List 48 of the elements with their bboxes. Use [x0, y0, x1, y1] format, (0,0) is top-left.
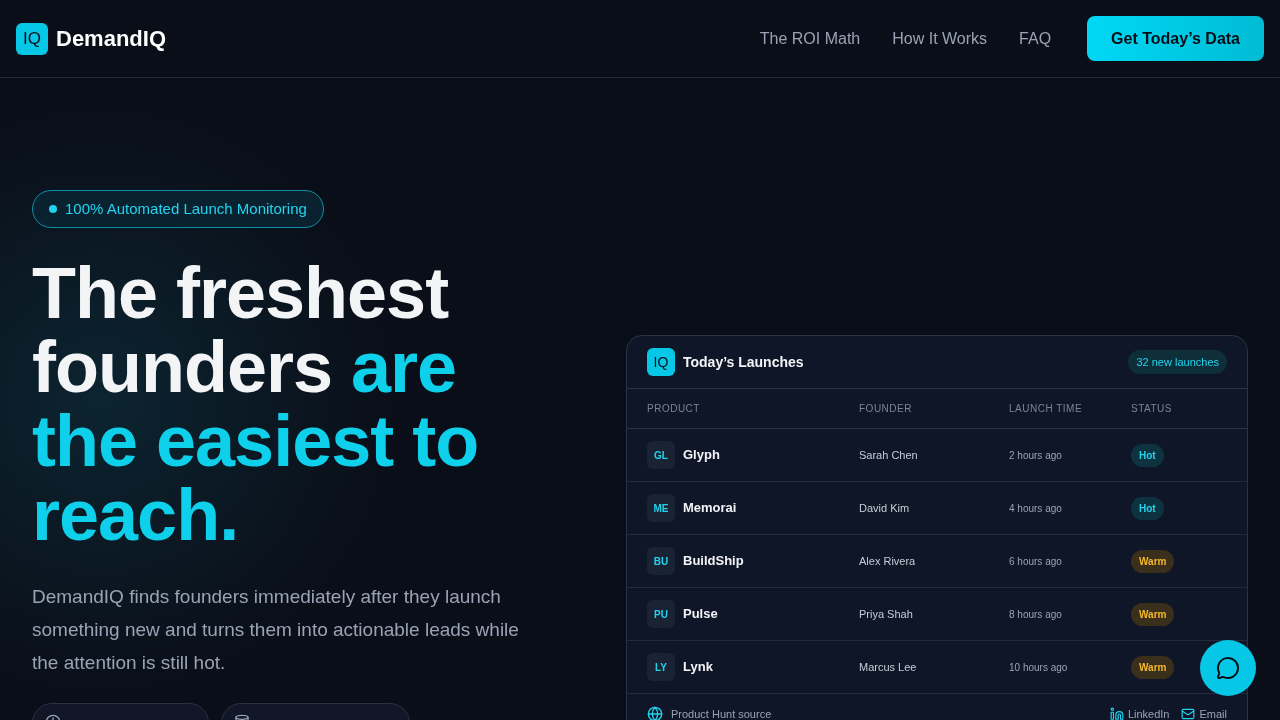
logo-mark: IQ — [16, 22, 48, 55]
founder-name: Sarah Chen — [859, 447, 919, 463]
chat-icon — [1216, 656, 1240, 680]
product-initials: BU — [647, 547, 675, 575]
column-header: LAUNCH TIME — [1009, 402, 1084, 416]
status-tag: Warm — [1131, 602, 1175, 626]
launch-time: 8 hours ago — [1009, 607, 1063, 622]
card-title: Today’s Launches — [683, 352, 804, 372]
cta-button[interactable]: Get Today’s Data — [1087, 16, 1264, 61]
card-logo-mark: IQ — [647, 348, 675, 376]
founder-name: David Kim — [859, 500, 911, 516]
nav-link[interactable]: How It Works — [892, 26, 988, 51]
contact-label: LinkedIn — [1127, 706, 1170, 720]
linkedin-icon — [1109, 707, 1124, 720]
launch-time: 6 hours ago — [1009, 554, 1063, 569]
nav-link[interactable]: The ROI Math — [759, 26, 861, 51]
email-icon — [1181, 707, 1196, 720]
product-name: Memorai — [683, 499, 737, 518]
source-label: Product Hunt source — [671, 706, 772, 720]
product-initials: GL — [647, 441, 675, 469]
column-header: STATUS — [1131, 402, 1173, 416]
hero-headline: The freshest founders are the easiest to reach. — [32, 256, 480, 552]
founder-name: Alex Rivera — [859, 553, 917, 569]
product-name: Pulse — [683, 605, 718, 624]
status-tag: Hot — [1131, 496, 1164, 520]
product-name: BuildShip — [683, 552, 744, 571]
product-initials: ME — [647, 494, 675, 522]
launch-time: 10 hours ago — [1009, 660, 1069, 675]
founder-name: Marcus Lee — [859, 659, 918, 675]
product-initials: LY — [647, 653, 675, 681]
status-tag: Warm — [1131, 549, 1175, 573]
contact-label: Email — [1199, 706, 1227, 720]
globe-icon — [647, 706, 663, 720]
nav-link[interactable]: FAQ — [1019, 26, 1052, 51]
launch-time: 2 hours ago — [1009, 448, 1063, 463]
product-initials: PU — [647, 600, 675, 628]
product-name: Glyph — [683, 446, 720, 465]
founder-name: Priya Shah — [859, 606, 914, 622]
launch-count: 32 new launches — [1128, 349, 1227, 375]
feature-badge: 100% Automated Launch Monitoring — [32, 190, 324, 228]
status-tag: Hot — [1131, 443, 1164, 467]
product-name: Lynk — [683, 658, 713, 677]
column-header: PRODUCT — [647, 402, 701, 416]
hero-description: DemandIQ finds founders immediately after they launch something new and turns them into actionable leads while the attention is still hot. — [32, 585, 520, 675]
launch-time: 4 hours ago — [1009, 501, 1063, 516]
status-tag: Warm — [1131, 655, 1175, 679]
brand-name: DemandIQ — [56, 25, 167, 53]
column-header: FOUNDER — [859, 402, 913, 416]
